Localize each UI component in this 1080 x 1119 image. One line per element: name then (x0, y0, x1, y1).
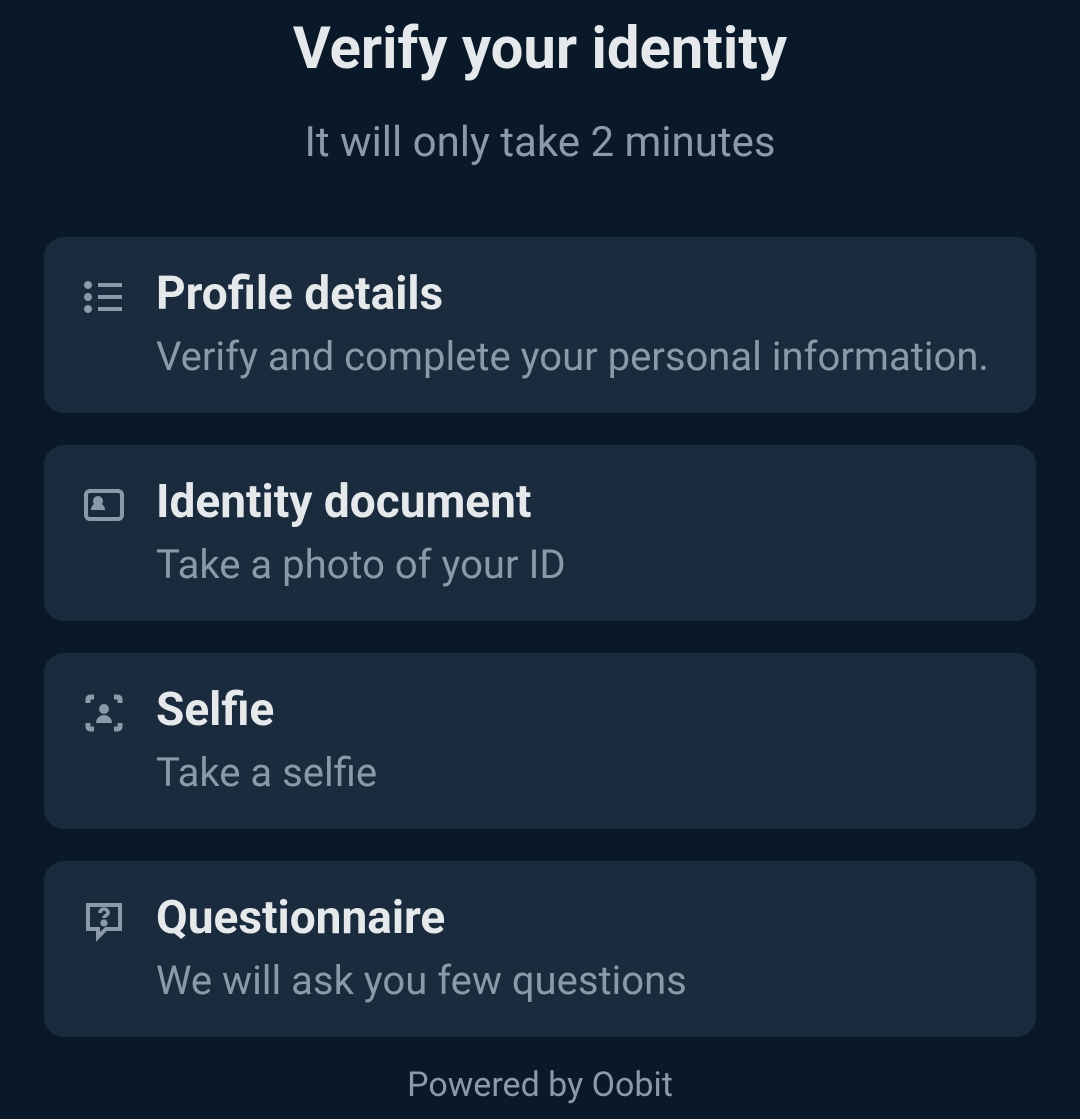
step-selfie[interactable]: Selfie Take a selfie (44, 653, 1036, 829)
page-title: Verify your identity (293, 15, 787, 83)
step-profile-details[interactable]: Profile details Verify and complete your… (44, 237, 1036, 413)
step-identity-document[interactable]: Identity document Take a photo of your I… (44, 445, 1036, 621)
step-content: Selfie Take a selfie (156, 683, 377, 799)
step-description: Take a photo of your ID (156, 539, 566, 591)
step-description: Verify and complete your personal inform… (156, 331, 989, 383)
step-content: Profile details Verify and complete your… (156, 267, 989, 383)
step-title: Identity document (156, 475, 566, 529)
step-content: Identity document Take a photo of your I… (156, 475, 566, 591)
steps-list: Profile details Verify and complete your… (44, 237, 1036, 1037)
question-icon (80, 897, 128, 945)
page-subtitle: It will only take 2 minutes (304, 118, 775, 167)
step-title: Selfie (156, 683, 377, 737)
step-content: Questionnaire We will ask you few questi… (156, 891, 687, 1007)
step-questionnaire[interactable]: Questionnaire We will ask you few questi… (44, 861, 1036, 1037)
step-description: Take a selfie (156, 747, 377, 799)
footer-text: Powered by Oobit (407, 1065, 673, 1105)
step-title: Questionnaire (156, 891, 687, 945)
id-card-icon (80, 481, 128, 529)
step-title: Profile details (156, 267, 989, 321)
step-description: We will ask you few questions (156, 955, 687, 1007)
list-icon (80, 273, 128, 321)
selfie-icon (80, 689, 128, 737)
